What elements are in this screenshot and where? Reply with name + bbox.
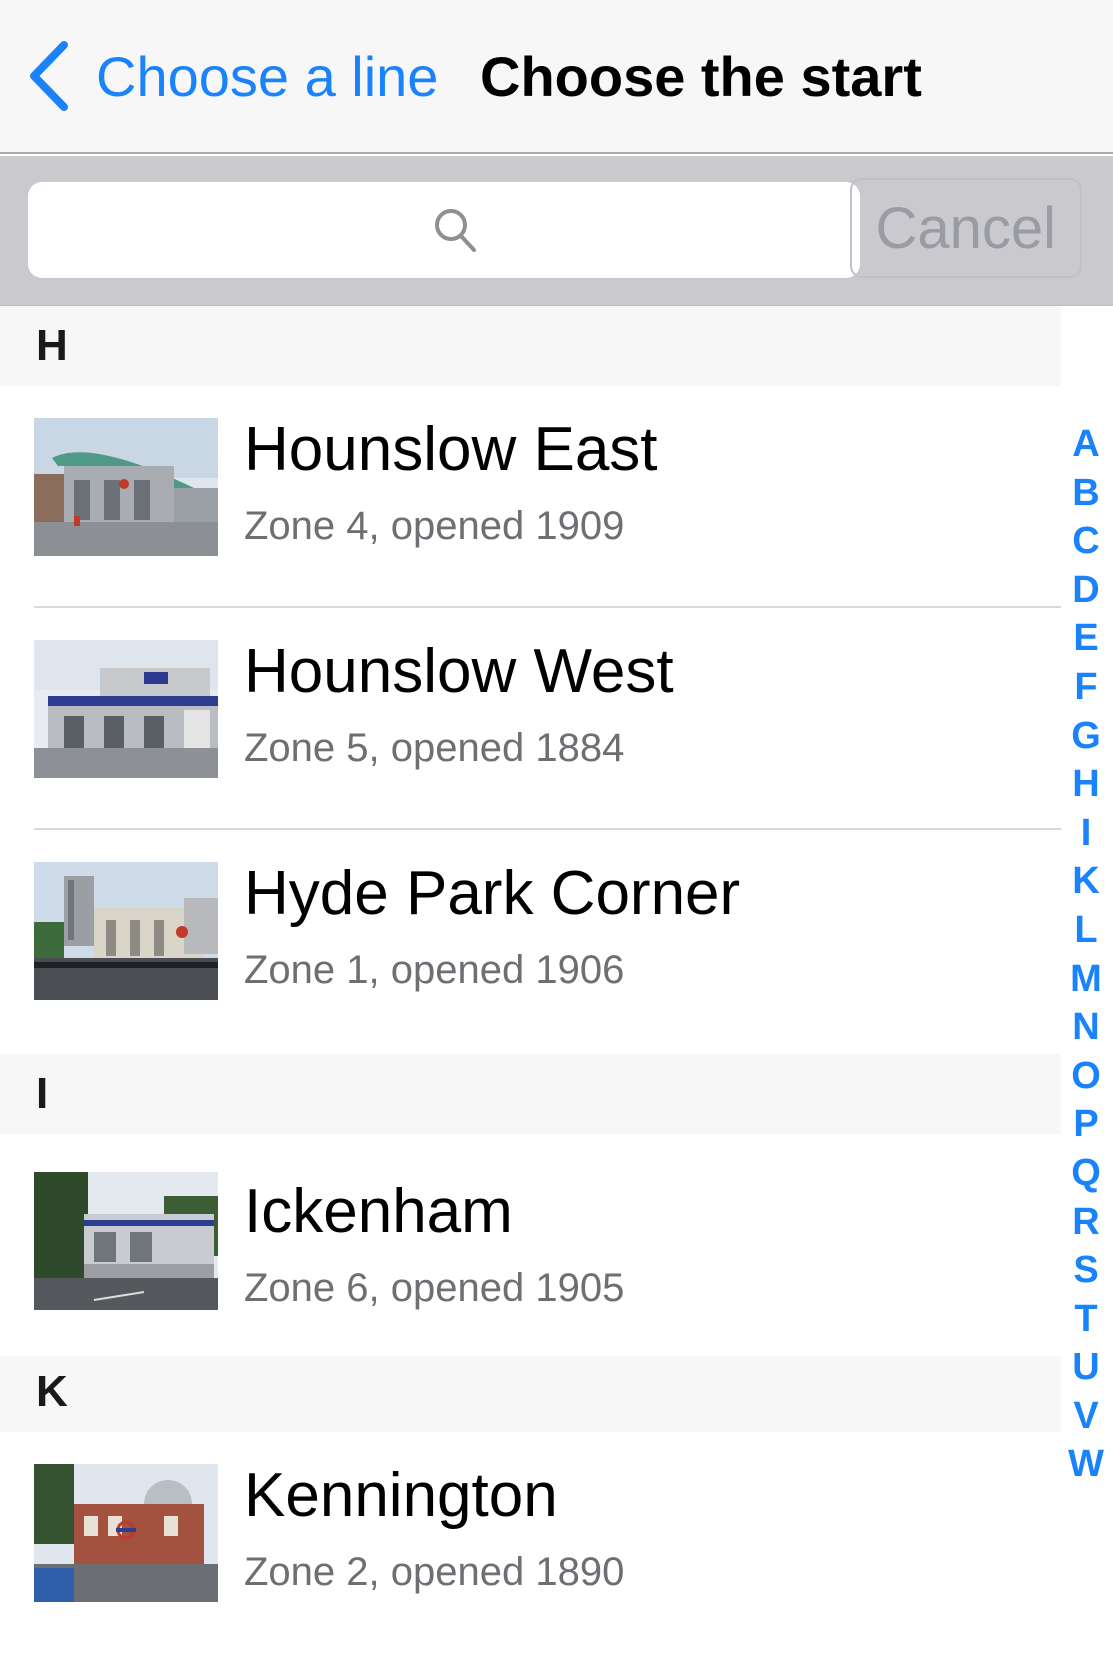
station-row-hounslow-east[interactable]: Hounslow East Zone 4, opened 1909 xyxy=(0,386,1061,608)
index-letter-w[interactable]: W xyxy=(1068,1440,1104,1489)
station-photo-hyde-park-corner xyxy=(34,862,218,1000)
station-photo-kennington xyxy=(34,1464,218,1602)
station-row-kennington[interactable]: Kennington Zone 2, opened 1890 xyxy=(0,1432,1061,1654)
section-letter: H xyxy=(36,321,68,370)
back-button-label: Choose a line xyxy=(96,44,439,108)
index-letter-a[interactable]: A xyxy=(1072,420,1099,469)
index-letter-f[interactable]: F xyxy=(1074,663,1097,712)
station-list[interactable]: H Hounslow East Zone 4, opened 1909 Houn… xyxy=(0,306,1113,1654)
station-name: Hyde Park Corner xyxy=(244,859,741,928)
station-detail: Zone 6, opened 1905 xyxy=(244,1266,625,1310)
search-input[interactable] xyxy=(28,182,860,278)
station-photo-hounslow-east xyxy=(34,418,218,556)
index-letter-q[interactable]: Q xyxy=(1071,1149,1101,1198)
station-detail: Zone 5, opened 1884 xyxy=(244,726,625,770)
index-letter-e[interactable]: E xyxy=(1073,614,1098,663)
navigation-bar: Choose a line Choose the start xyxy=(0,0,1113,154)
station-detail: Zone 4, opened 1909 xyxy=(244,504,625,548)
back-button[interactable]: Choose a line xyxy=(26,36,438,116)
station-photo-ickenham xyxy=(34,1172,218,1310)
station-name: Hounslow West xyxy=(244,637,674,706)
index-letter-v[interactable]: V xyxy=(1073,1392,1098,1441)
index-letter-t[interactable]: T xyxy=(1074,1295,1097,1344)
index-letter-s[interactable]: S xyxy=(1073,1246,1098,1295)
index-letter-g[interactable]: G xyxy=(1071,712,1101,761)
index-letter-b[interactable]: B xyxy=(1072,469,1099,518)
station-detail: Zone 1, opened 1906 xyxy=(244,948,625,992)
index-letter-d[interactable]: D xyxy=(1072,566,1099,615)
index-letter-u[interactable]: U xyxy=(1072,1343,1099,1392)
section-header-k: K xyxy=(0,1352,1061,1432)
index-letter-c[interactable]: C xyxy=(1072,517,1099,566)
index-letter-h[interactable]: H xyxy=(1072,760,1099,809)
search-bar: Cancel xyxy=(0,156,1113,306)
section-index-bar[interactable]: ABCDEFGHIKLMNOPQRSTUVW xyxy=(1066,420,1106,1489)
cancel-button[interactable]: Cancel xyxy=(850,178,1082,278)
chevron-left-icon xyxy=(30,41,68,111)
index-letter-r[interactable]: R xyxy=(1072,1198,1099,1247)
index-letter-i[interactable]: I xyxy=(1081,809,1092,858)
index-letter-m[interactable]: M xyxy=(1070,955,1102,1004)
station-name: Ickenham xyxy=(244,1177,513,1246)
index-letter-n[interactable]: N xyxy=(1072,1003,1099,1052)
index-letter-l[interactable]: L xyxy=(1074,906,1097,955)
index-letter-p[interactable]: P xyxy=(1073,1100,1098,1149)
station-detail: Zone 2, opened 1890 xyxy=(244,1550,625,1594)
station-name: Hounslow East xyxy=(244,415,658,484)
section-header-h: H xyxy=(0,306,1061,386)
page-title: Choose the start xyxy=(480,45,922,108)
section-letter: K xyxy=(36,1367,68,1416)
index-letter-o[interactable]: O xyxy=(1071,1052,1101,1101)
section-header-i: I xyxy=(0,1054,1061,1134)
station-photo-hounslow-west xyxy=(34,640,218,778)
station-row-hyde-park-corner[interactable]: Hyde Park Corner Zone 1, opened 1906 xyxy=(0,830,1061,1054)
search-field[interactable] xyxy=(28,182,860,278)
section-letter: I xyxy=(36,1069,49,1118)
cancel-button-label: Cancel xyxy=(875,195,1056,261)
station-row-hounslow-west[interactable]: Hounslow West Zone 5, opened 1884 xyxy=(0,608,1061,830)
station-row-ickenham[interactable]: Ickenham Zone 6, opened 1905 xyxy=(0,1134,1061,1356)
index-letter-k[interactable]: K xyxy=(1072,857,1099,906)
station-name: Kennington xyxy=(244,1461,558,1530)
